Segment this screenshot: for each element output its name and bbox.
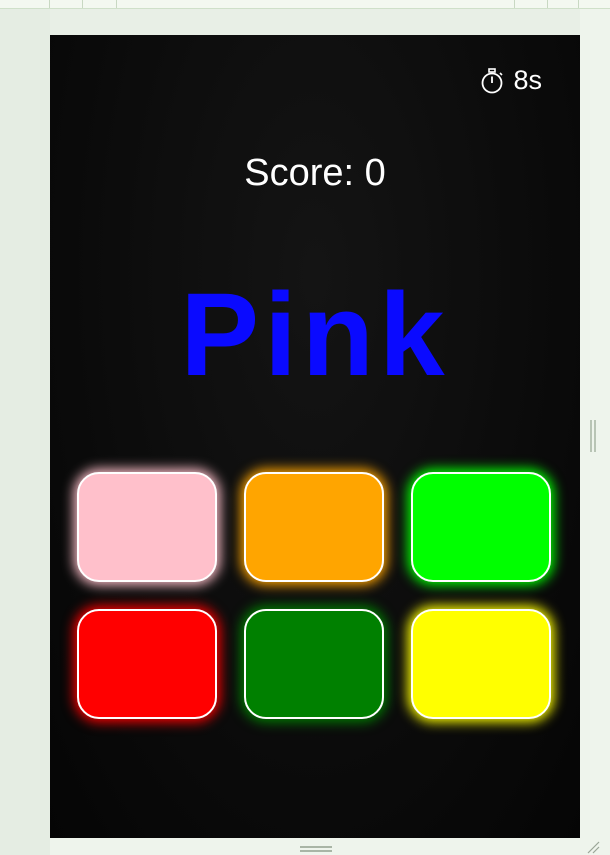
left-gutter (0, 9, 50, 855)
color-tile-yellow[interactable] (411, 609, 551, 719)
strip-divider (514, 0, 515, 8)
game-panel: 8s Score: 0 Pink (50, 35, 580, 838)
strip-divider (547, 0, 548, 8)
color-tile-orange[interactable] (244, 472, 384, 582)
horizontal-resize-handle-icon[interactable] (300, 846, 332, 852)
timer-text: 8s (513, 65, 542, 95)
top-strip (0, 0, 610, 9)
color-tile-grid (77, 472, 553, 719)
color-tile-green[interactable] (244, 609, 384, 719)
timer: 8s (479, 65, 542, 96)
vertical-resize-grip-icon[interactable] (590, 420, 596, 452)
strip-divider (578, 0, 579, 8)
score-display: Score: 0 (244, 152, 386, 194)
strip-divider (49, 0, 50, 8)
color-tile-lime[interactable] (411, 472, 551, 582)
strip-divider (82, 0, 83, 8)
target-color-word: Pink (180, 269, 450, 401)
color-tile-pink[interactable] (77, 472, 217, 582)
strip-divider (116, 0, 117, 8)
stopwatch-icon (482, 67, 504, 93)
resize-corner-icon[interactable] (586, 840, 600, 854)
color-tile-red[interactable] (77, 609, 217, 719)
